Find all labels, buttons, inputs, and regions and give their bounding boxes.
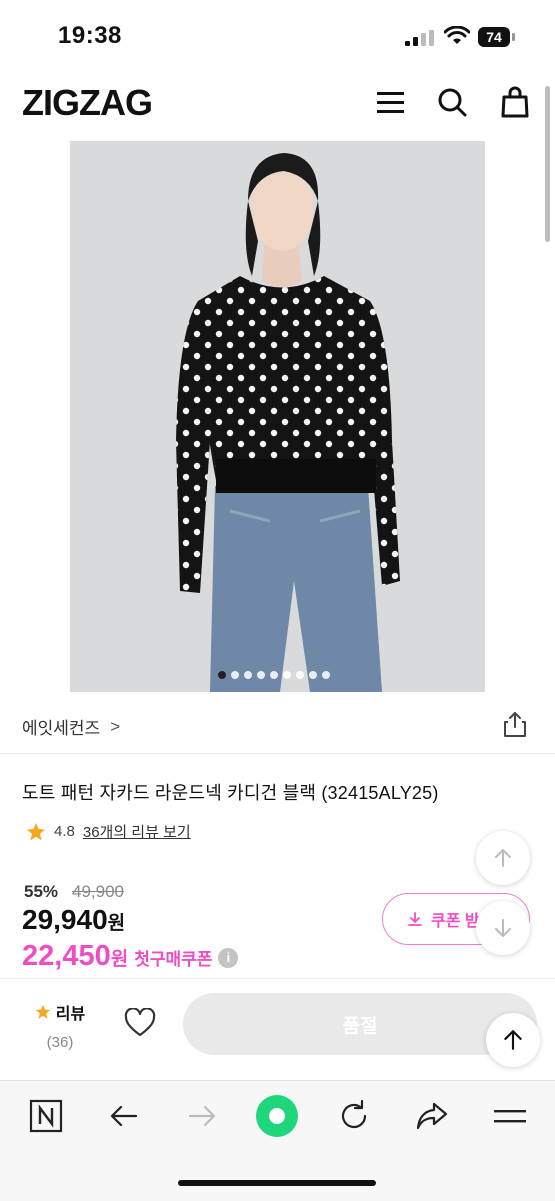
naver-icon[interactable]	[28, 1098, 64, 1134]
shopping-bag-icon[interactable]	[500, 86, 530, 118]
refresh-icon[interactable]	[336, 1098, 372, 1134]
gallery-dot[interactable]	[296, 671, 304, 679]
back-arrow-icon[interactable]	[106, 1098, 142, 1134]
review-count: (36)	[46, 1034, 74, 1051]
divider	[0, 753, 555, 754]
zigzag-logo[interactable]: ZIGZAG	[22, 82, 153, 124]
review-button[interactable]: 리뷰 (36)	[30, 1000, 90, 1051]
review-label: 리뷰	[55, 1006, 86, 1023]
battery-icon: 74	[478, 27, 516, 47]
gallery-indicator[interactable]	[218, 671, 330, 679]
arrow-up-icon	[495, 849, 511, 867]
review-link[interactable]: 36개의 리뷰 보기	[83, 821, 191, 842]
price-unit: 원	[107, 913, 126, 934]
sale-price-value: 29,940	[22, 904, 108, 935]
coupon-price-unit: 원	[110, 949, 129, 970]
green-dot-icon[interactable]	[255, 1094, 299, 1138]
discount-rate: 55%	[24, 882, 59, 901]
wifi-icon	[444, 26, 470, 44]
product-image[interactable]	[70, 141, 485, 692]
brand-link[interactable]: 에잇세컨즈 >	[22, 714, 120, 739]
battery-level: 74	[478, 27, 510, 47]
gallery-dot[interactable]	[283, 671, 291, 679]
original-price: 49,900	[72, 882, 124, 901]
gallery-dot[interactable]	[309, 671, 317, 679]
arrow-down-icon	[495, 919, 511, 937]
star-icon	[35, 1004, 50, 1019]
arrow-up-icon	[504, 1030, 522, 1050]
gallery-dot[interactable]	[231, 671, 239, 679]
search-icon[interactable]	[437, 86, 467, 118]
coupon-button-label: 쿠폰 받	[431, 913, 480, 930]
coupon-label: 첫구매쿠폰	[134, 950, 213, 969]
gallery-dot[interactable]	[257, 671, 265, 679]
status-time: 19:38	[58, 22, 122, 49]
gallery-dot[interactable]	[218, 671, 226, 679]
chevron-right-icon: >	[110, 716, 121, 736]
coupon-price-value: 22,450	[22, 940, 111, 972]
coupon-price: 22,450원 첫구매쿠폰 i	[22, 940, 239, 973]
info-icon[interactable]: i	[218, 948, 239, 968]
bottom-bar-divider	[0, 978, 555, 979]
gallery-dot[interactable]	[322, 671, 330, 679]
scroll-down-button[interactable]	[476, 901, 530, 955]
menu-icon[interactable]	[376, 86, 406, 118]
soldout-button[interactable]: 품절	[183, 993, 537, 1055]
model-illustration	[176, 153, 400, 692]
gallery-dot[interactable]	[270, 671, 278, 679]
download-icon	[408, 912, 422, 926]
share-arrow-icon[interactable]	[414, 1098, 450, 1134]
rating-value: 4.8	[54, 823, 75, 840]
heart-icon[interactable]	[124, 1008, 156, 1038]
gallery-dot[interactable]	[244, 671, 252, 679]
share-icon[interactable]	[502, 710, 528, 738]
scroll-top-button[interactable]	[486, 1013, 540, 1067]
scroll-up-button[interactable]	[476, 831, 530, 885]
scrollbar[interactable]	[545, 86, 550, 242]
forward-arrow-icon[interactable]	[184, 1098, 220, 1134]
home-indicator	[178, 1180, 376, 1186]
brand-name: 에잇세컨즈	[22, 719, 101, 738]
star-icon	[27, 822, 45, 840]
rating-row: 4.8 36개의 리뷰 보기	[26, 821, 191, 842]
sale-price: 29,940원	[22, 904, 125, 936]
product-title: 도트 패턴 자카드 라운드넥 카디건 블랙 (32415ALY25)	[22, 783, 439, 803]
menu-icon[interactable]	[492, 1098, 528, 1134]
signal-icon	[405, 30, 434, 46]
